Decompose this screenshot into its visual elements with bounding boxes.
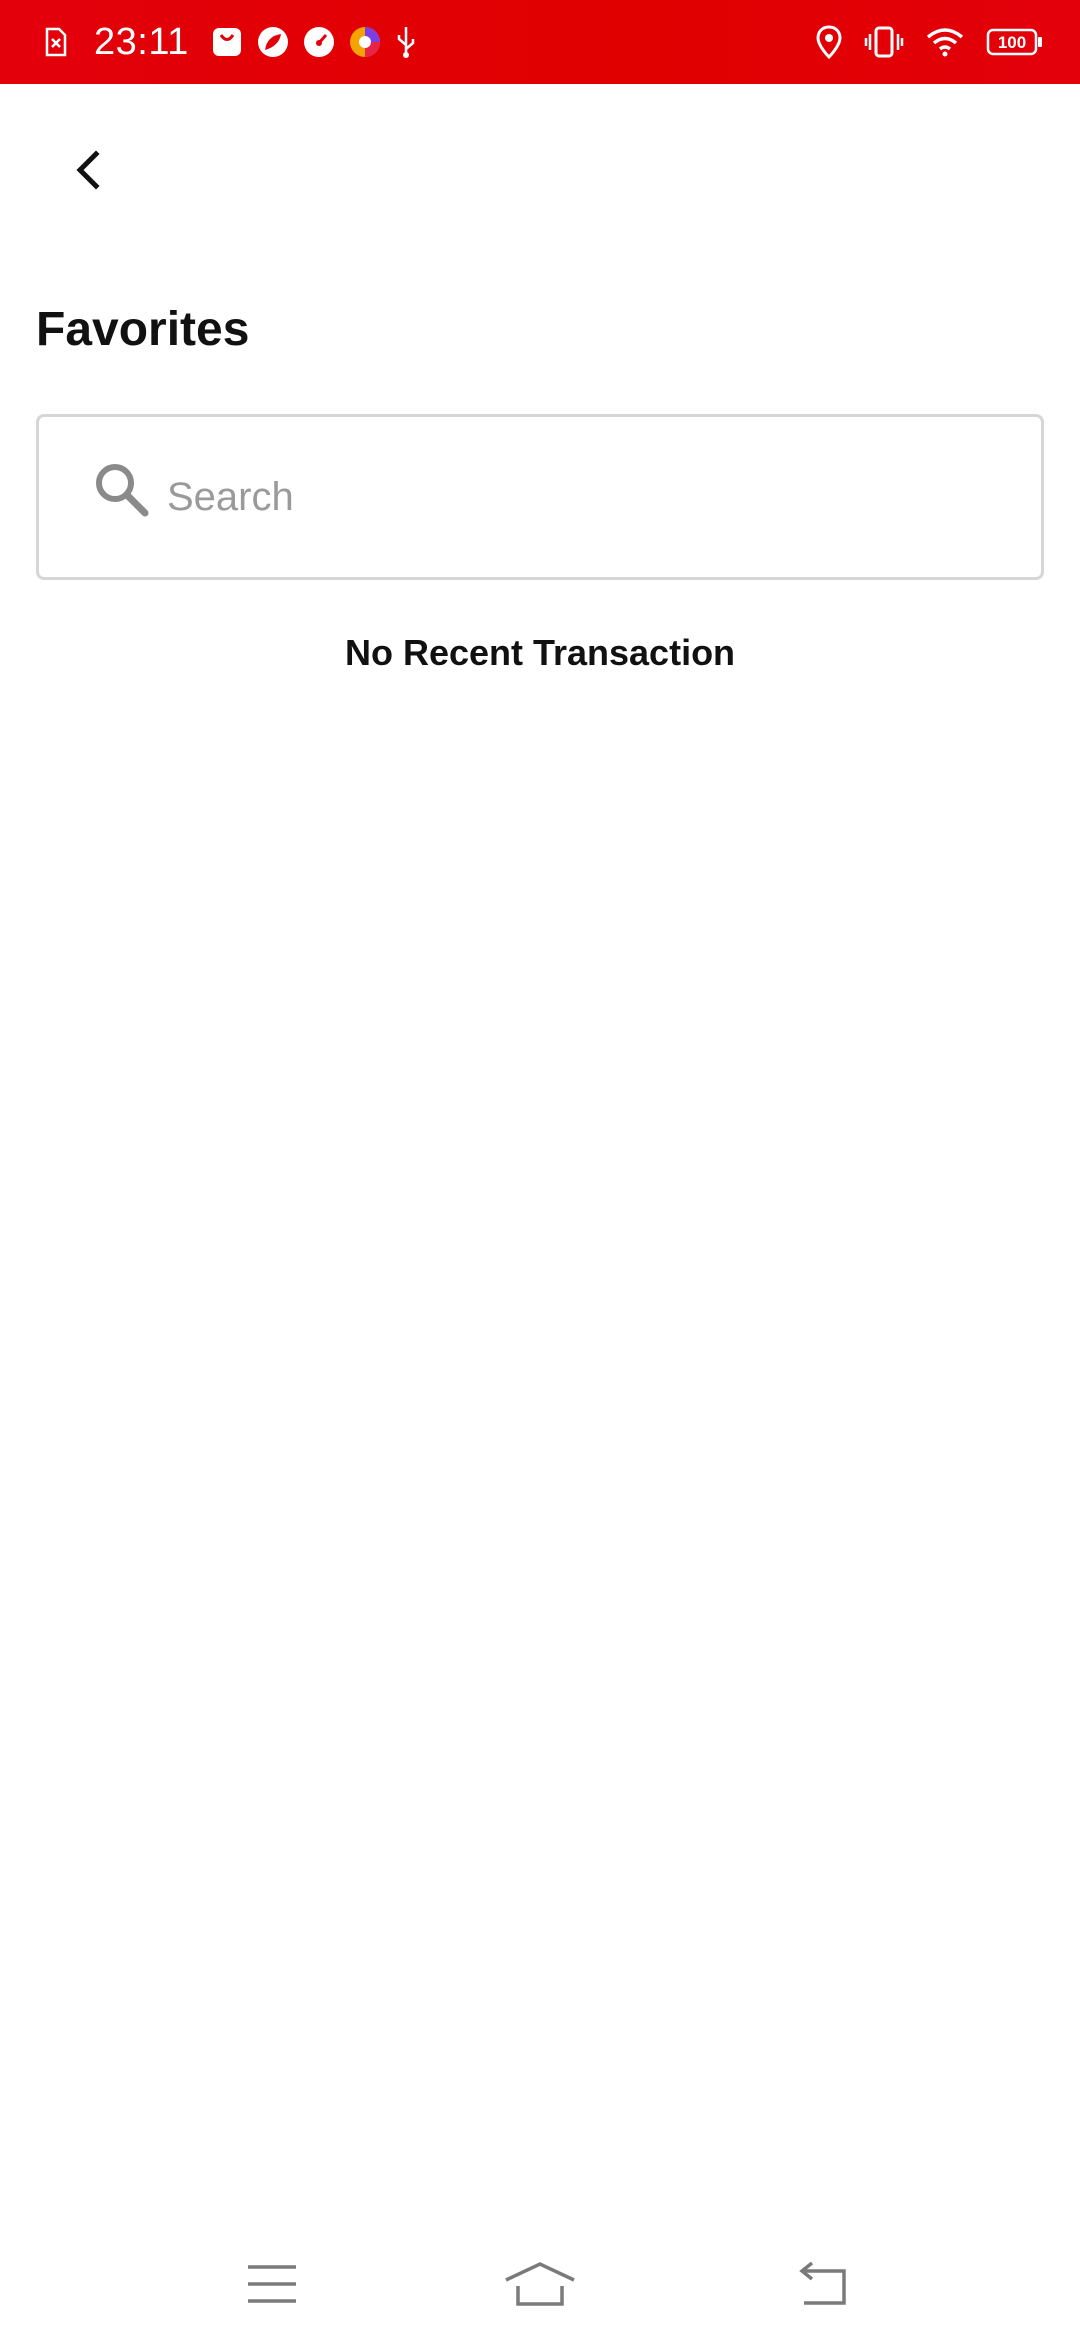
clock-time: 23:11 [94,20,189,63]
back-button[interactable] [56,138,120,202]
back-icon [799,2261,846,2305]
battery-level: 100 [998,33,1026,52]
vibrate-icon [864,26,904,58]
browser-app-icon [349,26,381,58]
status-bar: 23:11 100 [0,0,1080,84]
wifi-icon [926,27,964,57]
search-icon [96,464,149,517]
battery-icon: 100 [986,27,1044,57]
gauge-app-icon [303,26,335,58]
navigation-bar [0,2234,1080,2340]
usb-icon [395,25,417,59]
home-button[interactable] [490,2244,590,2324]
home-icon [505,2262,575,2306]
chevron-left-icon [76,150,100,190]
page-title: Favorites [36,303,250,356]
empty-state-message: No Recent Transaction [344,632,736,673]
app-content: Favorites No Recent Transaction [0,84,1080,2234]
sim-error-icon [44,27,68,57]
menu-icon [248,2265,296,2303]
search-input[interactable] [165,447,1005,547]
menu-button[interactable] [222,2244,322,2324]
search-box[interactable] [36,414,1044,580]
shopping-bag-icon [211,26,243,58]
system-back-button[interactable] [774,2244,874,2324]
leaf-app-icon [257,26,289,58]
location-icon [816,25,842,59]
